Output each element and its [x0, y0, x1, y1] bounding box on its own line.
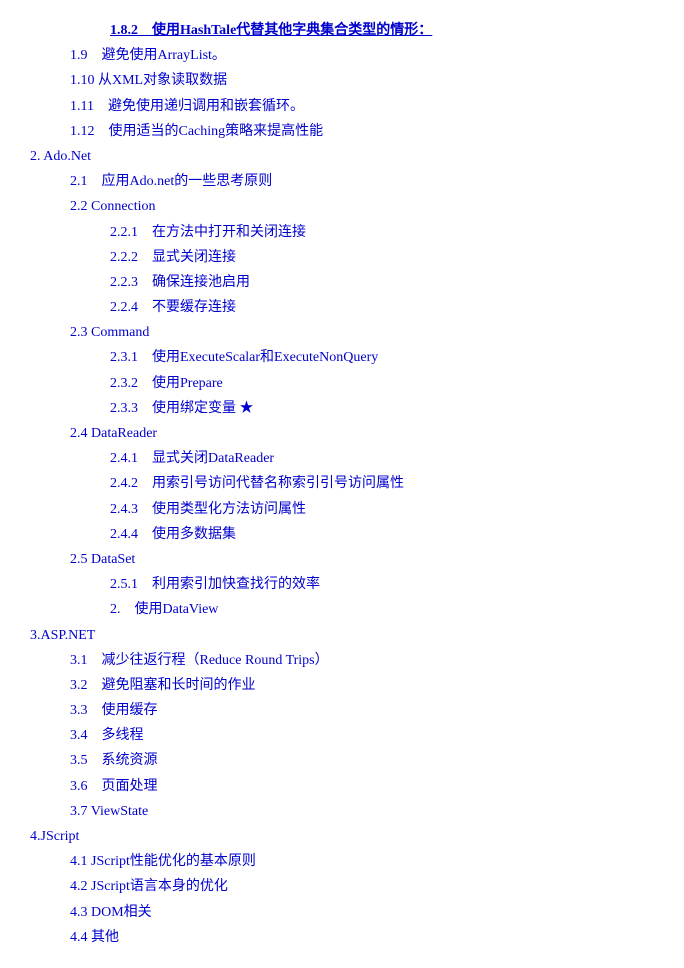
toc-item-16[interactable]: 2.3.3 使用绑定变量 ★ [110, 396, 654, 421]
toc-item-23[interactable]: 2.5.1 利用索引加快查找行的效率 [110, 572, 654, 597]
toc-item-6[interactable]: 2. Ado.Net [30, 144, 654, 169]
toc-item-10[interactable]: 2.2.2 显式关闭连接 [110, 245, 654, 270]
toc-item-28[interactable]: 3.3 使用缓存 [70, 698, 654, 723]
toc-item-27[interactable]: 3.2 避免阻塞和长时间的作业 [70, 673, 654, 698]
toc-item-20[interactable]: 2.4.3 使用类型化方法访问属性 [110, 497, 654, 522]
toc-item-26[interactable]: 3.1 减少往返行程（Reduce Round Trips） [70, 648, 654, 673]
toc-item-14[interactable]: 2.3.1 使用ExecuteScalar和ExecuteNonQuery [110, 345, 654, 370]
toc-item-8[interactable]: 2.2 Connection [70, 194, 654, 219]
toc-container: 1.8.2 使用HashTale代替其他字典集合类型的情形：1.9 避免使用Ar… [20, 10, 664, 958]
toc-item-37[interactable]: 4.4 其他 [70, 925, 654, 950]
toc-item-9[interactable]: 2.2.1 在方法中打开和关闭连接 [110, 220, 654, 245]
toc-item-35[interactable]: 4.2 JScript语言本身的优化 [70, 874, 654, 899]
toc-item-29[interactable]: 3.4 多线程 [70, 723, 654, 748]
toc-item-1[interactable]: 1.8.2 使用HashTale代替其他字典集合类型的情形： [110, 18, 654, 43]
toc-item-31[interactable]: 3.6 页面处理 [70, 774, 654, 799]
toc-item-21[interactable]: 2.4.4 使用多数据集 [110, 522, 654, 547]
toc-item-19[interactable]: 2.4.2 用索引号访问代替名称索引引号访问属性 [110, 471, 654, 496]
toc-item-30[interactable]: 3.5 系统资源 [70, 748, 654, 773]
toc-item-13[interactable]: 2.3 Command [70, 320, 654, 345]
toc-item-12[interactable]: 2.2.4 不要缓存连接 [110, 295, 654, 320]
toc-item-3[interactable]: 1.10 从XML对象读取数据 [70, 68, 654, 93]
toc-item-11[interactable]: 2.2.3 确保连接池启用 [110, 270, 654, 295]
toc-item-5[interactable]: 1.12 使用适当的Caching策略来提高性能 [70, 119, 654, 144]
toc-item-2[interactable]: 1.9 避免使用ArrayList。 [70, 43, 654, 68]
toc-item-25[interactable]: 3.ASP.NET [30, 623, 654, 648]
toc-item-22[interactable]: 2.5 DataSet [70, 547, 654, 572]
toc-item-18[interactable]: 2.4.1 显式关闭DataReader [110, 446, 654, 471]
toc-item-4[interactable]: 1.11 避免使用递归调用和嵌套循环。 [70, 94, 654, 119]
toc-item-34[interactable]: 4.1 JScript性能优化的基本原则 [70, 849, 654, 874]
toc-item-17[interactable]: 2.4 DataReader [70, 421, 654, 446]
toc-item-24[interactable]: 2. 使用DataView [110, 597, 654, 622]
toc-item-32[interactable]: 3.7 ViewState [70, 799, 654, 824]
toc-item-33[interactable]: 4.JScript [30, 824, 654, 849]
toc-item-36[interactable]: 4.3 DOM相关 [70, 900, 654, 925]
toc-item-15[interactable]: 2.3.2 使用Prepare [110, 371, 654, 396]
toc-item-7[interactable]: 2.1 应用Ado.net的一些思考原则 [70, 169, 654, 194]
